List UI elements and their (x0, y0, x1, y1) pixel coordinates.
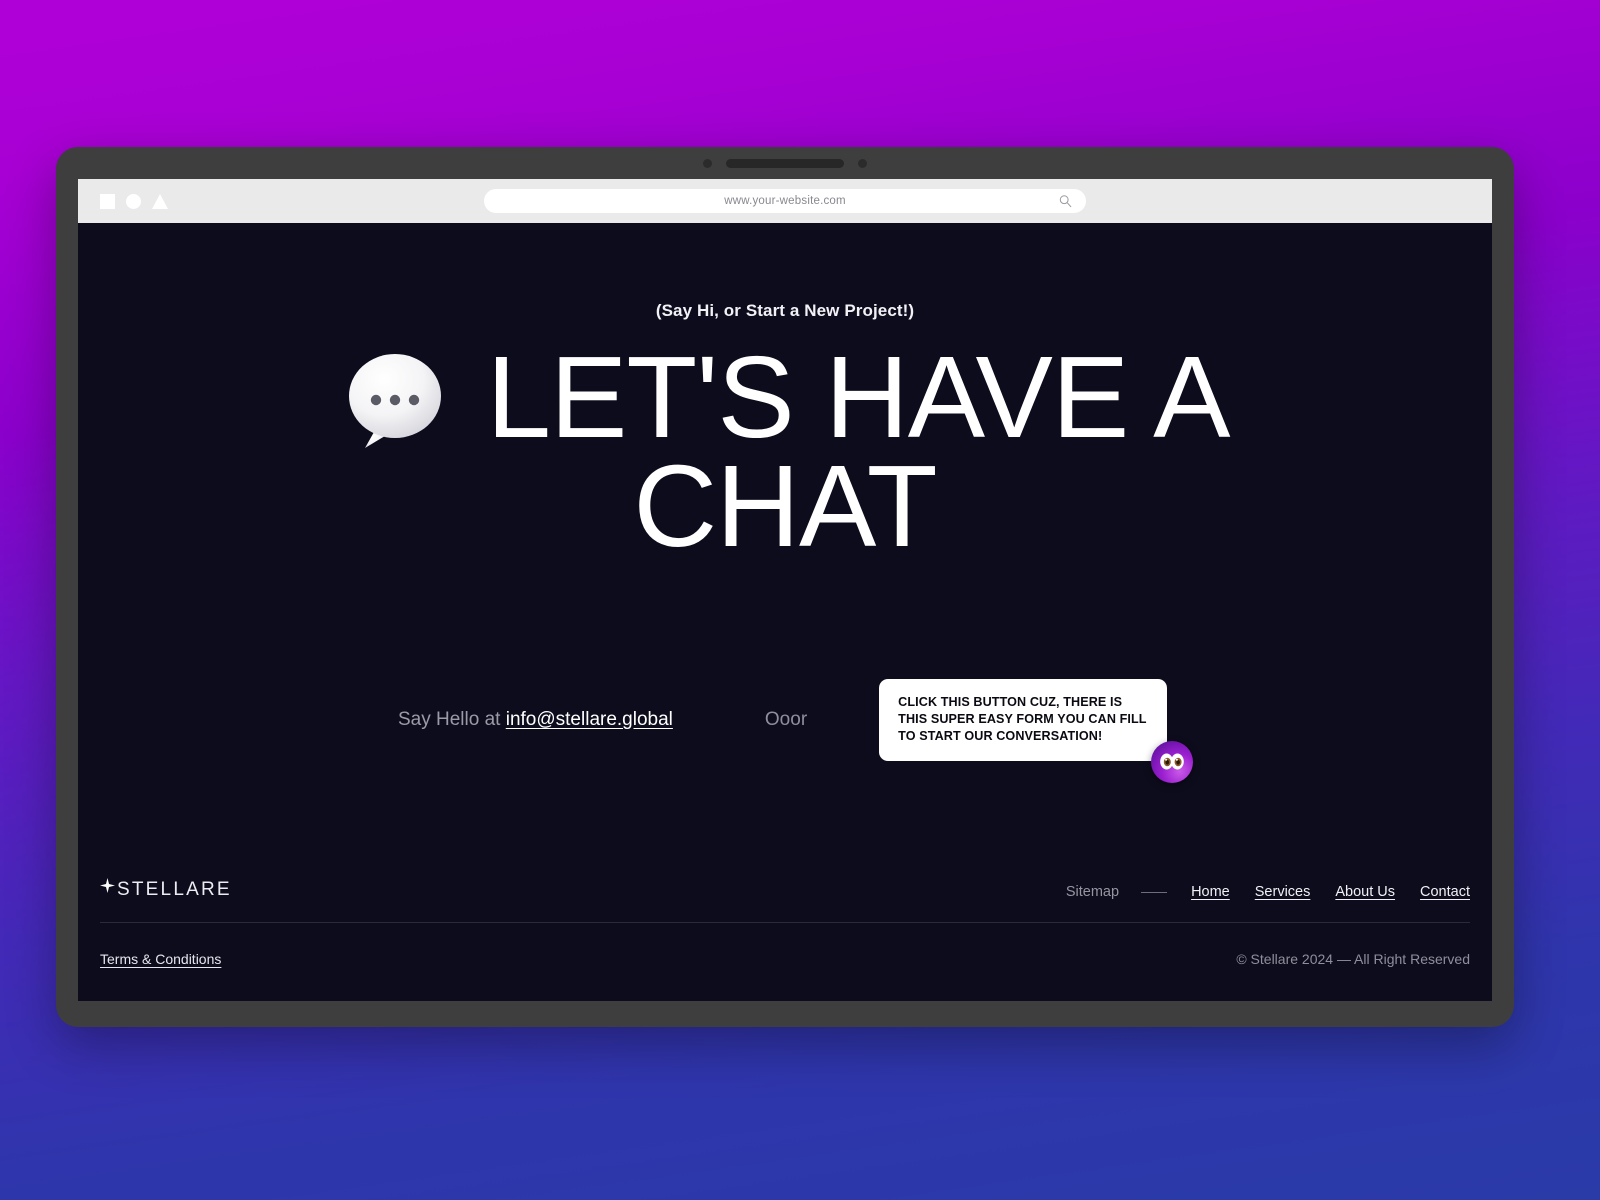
eyes-emoji-icon[interactable] (1151, 740, 1194, 783)
nav-link-home[interactable]: Home (1191, 884, 1230, 900)
hero-headline: LET'S HAVE A CHAT (78, 332, 1492, 572)
say-hello-text: Say Hello at info@stellare.global (398, 709, 673, 731)
search-icon[interactable] (1059, 195, 1072, 208)
window-controls[interactable] (100, 193, 168, 209)
footer-bottom-row: Terms & Conditions © Stellare 2024 — All… (100, 923, 1470, 1001)
browser-toolbar: www.your-website.com (78, 179, 1492, 223)
hero-eyebrow: (Say Hi, or Start a New Project!) (655, 301, 915, 320)
sparkle-star-icon (100, 878, 115, 893)
copyright-text: © Stellare 2024 — All Right Reserved (1236, 951, 1470, 967)
headline-line-1-row: LET'S HAVE A (78, 332, 1492, 462)
headline-line-2: CHAT (633, 441, 937, 572)
camera-dot-right-icon (858, 158, 867, 168)
triangle-icon[interactable] (152, 193, 168, 209)
square-icon[interactable] (100, 193, 115, 209)
footer-top-row: STELLARE Sitemap Home Services About Us … (100, 878, 1470, 922)
speaker-grille (726, 158, 844, 168)
email-link[interactable]: info@stellare.global (506, 709, 673, 730)
tablet-device-frame: www.your-website.com (Say Hi, or Start a… (56, 147, 1514, 1027)
separator-text: Ooor (764, 708, 808, 730)
tablet-bezel-top (56, 147, 1514, 179)
nav-link-services[interactable]: Services (1255, 884, 1311, 900)
speech-bubble-emoji-icon (341, 350, 449, 450)
hero-section: (Say Hi, or Start a New Project!) LET'S … (78, 223, 1492, 572)
nav-divider-dash (1141, 891, 1168, 893)
say-hello-prefix: Say Hello at (398, 708, 501, 730)
address-bar[interactable]: www.your-website.com (484, 189, 1086, 213)
brand-logo-text: STELLARE (117, 879, 232, 900)
website-page: (Say Hi, or Start a New Project!) LET'S … (78, 223, 1492, 1001)
terms-and-conditions-link[interactable]: Terms & Conditions (100, 951, 221, 967)
camera-dot-left-icon (703, 158, 712, 168)
contact-row: Say Hello at info@stellare.global Ooor C… (78, 679, 1492, 783)
tablet-screen: www.your-website.com (Say Hi, or Start a… (78, 179, 1492, 1001)
circle-icon[interactable] (126, 193, 141, 209)
brand-logo[interactable]: STELLARE (100, 878, 232, 902)
sitemap-label: Sitemap (1065, 884, 1120, 900)
nav-link-about-us[interactable]: About Us (1335, 884, 1395, 900)
site-footer: STELLARE Sitemap Home Services About Us … (78, 878, 1492, 1001)
cta-callout[interactable]: CLICK THIS BUTTON CUZ, THERE IS THIS SUP… (879, 679, 1194, 783)
url-text: www.your-website.com (724, 195, 846, 207)
headline-line-1: LET'S HAVE A (486, 332, 1231, 462)
tooltip-text: CLICK THIS BUTTON CUZ, THERE IS THIS SUP… (879, 679, 1168, 761)
nav-link-contact[interactable]: Contact (1420, 884, 1470, 900)
footer-nav: Sitemap Home Services About Us Contact (1066, 884, 1470, 902)
